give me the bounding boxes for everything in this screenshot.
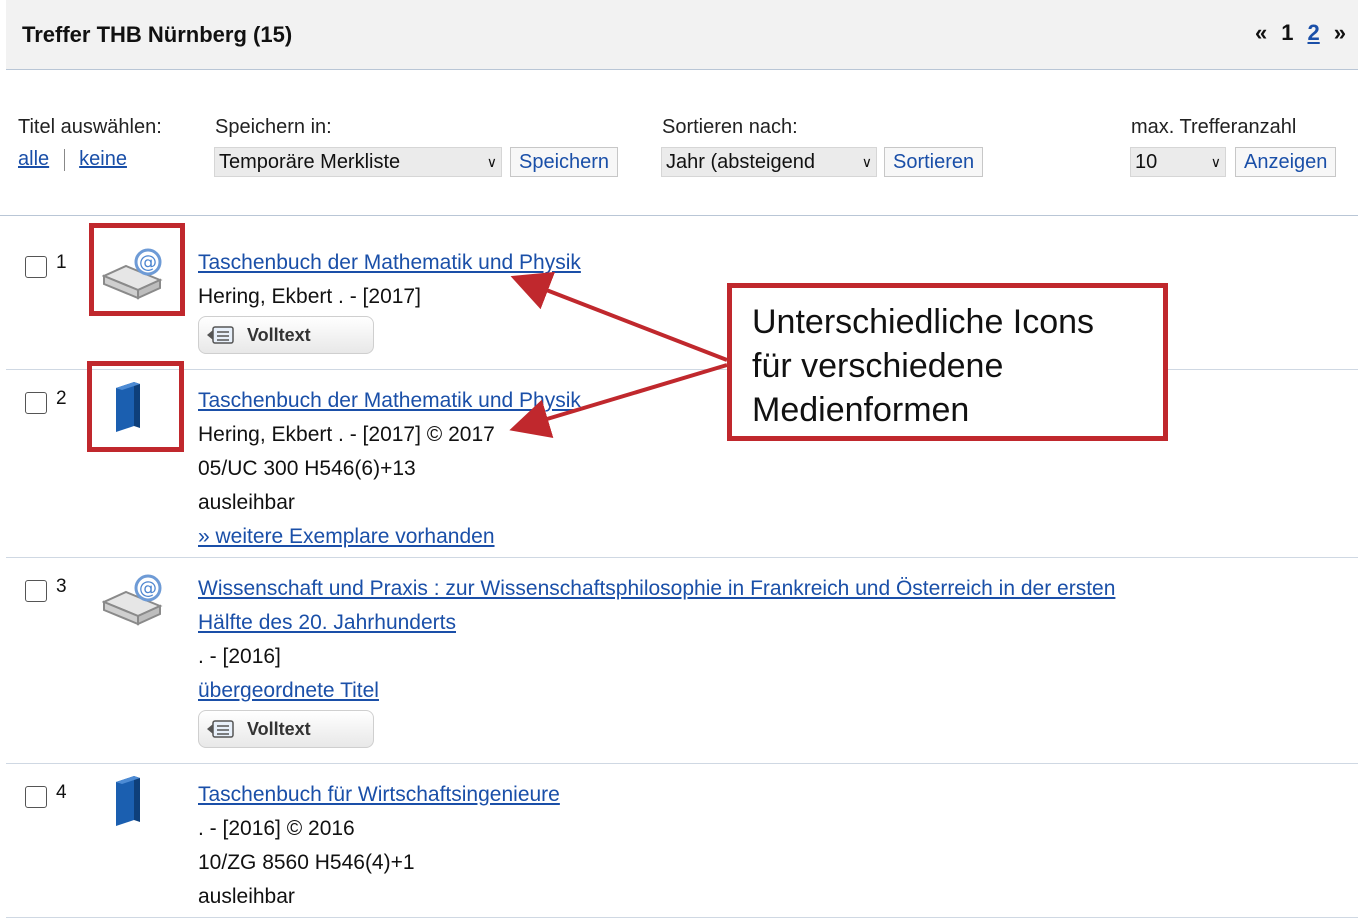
result-title-link[interactable]: Wissenschaft und Praxis : zur Wissenscha… (198, 577, 1115, 600)
result-content: Wissenschaft und Praxis : zur Wissenscha… (198, 572, 1115, 750)
select-none-link[interactable]: keine (79, 148, 127, 171)
result-title-link[interactable]: Taschenbuch der Mathematik und Physik (198, 389, 581, 412)
result-availability: ausleihbar (198, 491, 295, 514)
ebook-icon: @ (101, 572, 168, 633)
result-year: . - [2016] (198, 645, 281, 668)
icon-highlight-box (89, 223, 185, 316)
annotation-line-1: Unterschiedliche Icons (752, 303, 1095, 341)
result-checkbox[interactable] (25, 256, 47, 278)
sort-button[interactable]: Sortieren (884, 147, 984, 177)
book-icon (110, 772, 142, 833)
results-title: Treffer THB Nürnberg (15) (22, 22, 293, 47)
pagination: « 1 2 » (1255, 20, 1346, 46)
result-author-year: Hering, Ekbert . - [2017] (198, 285, 421, 308)
max-results-select[interactable]: 10 ∨ (1130, 147, 1226, 177)
result-title-link[interactable]: Taschenbuch der Mathematik und Physik (198, 251, 581, 274)
pager-page-1: 1 (1281, 20, 1294, 45)
result-checkbox[interactable] (25, 392, 47, 414)
save-in-select[interactable]: Temporäre Merkliste ∨ (214, 147, 502, 177)
select-title-label: Titel auswählen: (18, 116, 162, 138)
save-in-label: Speichern in: (215, 116, 332, 138)
parent-title-link[interactable]: übergeordnete Titel (198, 679, 379, 702)
chevron-down-icon: ∨ (486, 153, 497, 170)
select-links: alle keine (18, 148, 127, 171)
sort-by-select[interactable]: Jahr (absteigend ∨ (661, 147, 877, 177)
result-number: 1 (56, 252, 67, 273)
icon-highlight-box (87, 361, 184, 452)
fulltext-button[interactable]: Volltext (198, 316, 374, 354)
save-button[interactable]: Speichern (510, 147, 619, 177)
result-checkbox[interactable] (25, 580, 47, 602)
result-signature: 05/UC 300 H546(6)+13 (198, 457, 416, 480)
result-content: Taschenbuch der Mathematik und Physik He… (198, 384, 581, 554)
result-number: 3 (56, 576, 67, 597)
fulltext-label: Volltext (247, 719, 311, 739)
result-title-link[interactable]: Taschenbuch für Wirtschaftsingenieure (198, 783, 560, 806)
max-results-select-value: 10 (1135, 150, 1158, 173)
result-title-link-cont[interactable]: Hälfte des 20. Jahrhunderts (198, 611, 456, 634)
result-author-year: Hering, Ekbert . - [2017] © 2017 (198, 423, 495, 446)
sort-by-label: Sortieren nach: (662, 116, 798, 138)
result-row: 4 Taschenbuch für Wirtschaftsingenieure … (6, 764, 1358, 918)
fulltext-icon (207, 720, 234, 738)
result-content: Taschenbuch für Wirtschaftsingenieure . … (198, 778, 560, 914)
fulltext-label: Volltext (247, 325, 311, 345)
chevron-down-icon: ∨ (861, 153, 872, 170)
pager-prev[interactable]: « (1255, 20, 1267, 46)
result-checkbox[interactable] (25, 786, 47, 808)
result-number: 4 (56, 782, 67, 803)
max-results-label: max. Trefferanzahl (1131, 116, 1297, 138)
more-copies-link[interactable]: » weitere Exemplare vorhanden (198, 525, 495, 548)
chevron-down-icon: ∨ (1210, 153, 1221, 170)
result-controls: Titel auswählen: alle keine Speichern in… (0, 70, 1358, 216)
svg-text:@: @ (139, 578, 157, 599)
result-year: . - [2016] © 2016 (198, 817, 355, 840)
fulltext-button[interactable]: Volltext (198, 710, 374, 748)
result-availability: ausleihbar (198, 885, 295, 908)
result-number: 2 (56, 388, 67, 409)
result-signature: 10/ZG 8560 H546(4)+1 (198, 851, 415, 874)
annotation-box: Unterschiedliche Icons für verschiedene … (727, 283, 1168, 441)
results-header: Treffer THB Nürnberg (15) « 1 2 » (6, 0, 1358, 70)
divider (64, 148, 66, 171)
pager-next[interactable]: » (1334, 20, 1346, 46)
result-content: Taschenbuch der Mathematik und Physik He… (198, 246, 581, 356)
pager-page-2[interactable]: 2 (1308, 20, 1320, 46)
result-row: 3 @ Wissenschaft und Praxis : zur Wissen… (6, 558, 1358, 764)
sort-by-select-value: Jahr (absteigend (666, 150, 815, 173)
save-in-select-value: Temporäre Merkliste (219, 150, 401, 173)
select-all-link[interactable]: alle (18, 148, 49, 171)
annotation-line-2: für verschiedene (752, 347, 1004, 385)
show-button[interactable]: Anzeigen (1235, 147, 1337, 177)
annotation-line-3: Medienformen (752, 391, 970, 429)
fulltext-icon (207, 326, 234, 344)
